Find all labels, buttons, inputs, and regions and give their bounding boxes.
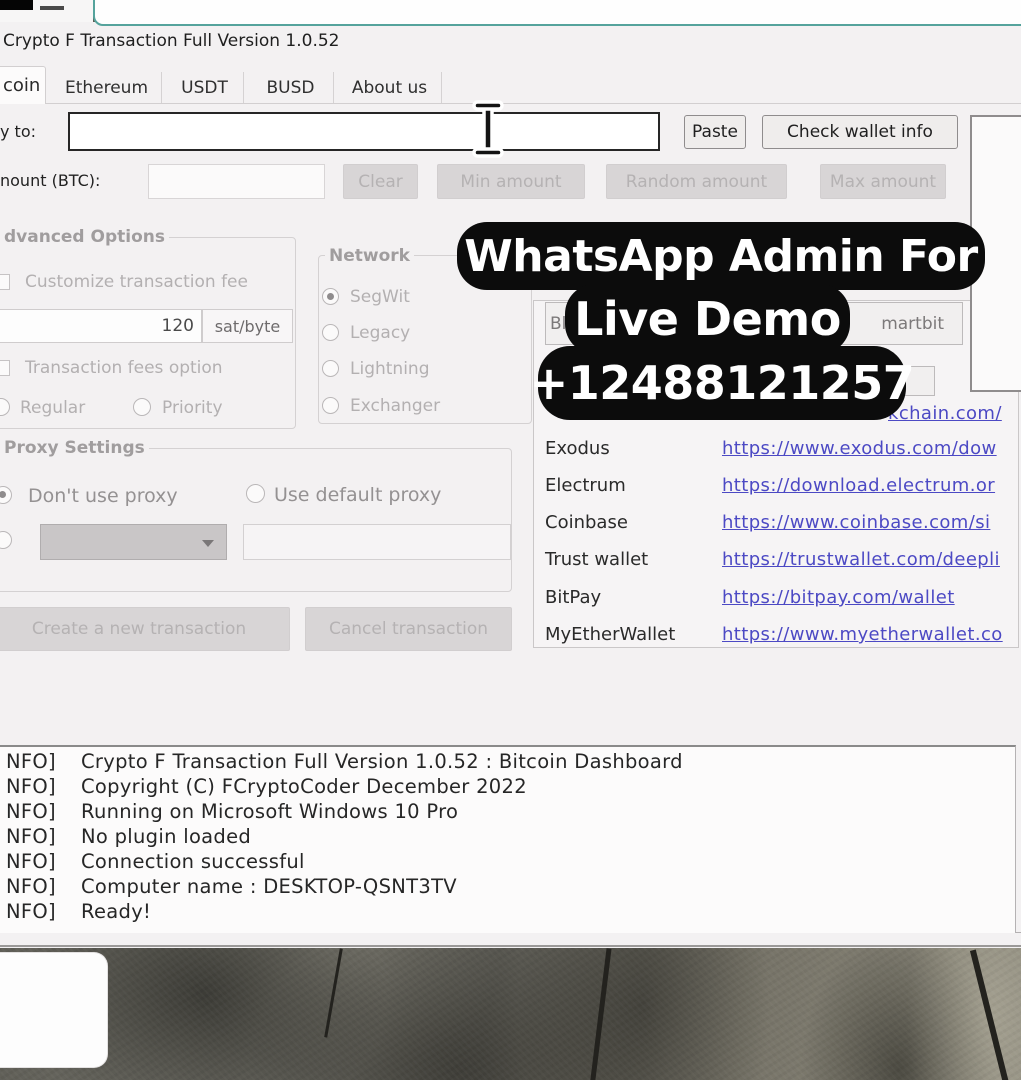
window-title: Crypto F Transaction Full Version 1.0.52 (3, 31, 339, 51)
screen: Crypto F Transaction Full Version 1.0.52… (0, 0, 1021, 1080)
overlay-line-3: +12488121257 (538, 346, 906, 420)
max-amount-button[interactable]: Max amount (820, 164, 946, 199)
overlay-line-2: Live Demo (565, 284, 850, 354)
fees-option-label: Transaction fees option (25, 358, 223, 378)
wallet-link[interactable]: https://trustwallet.com/deepli (722, 549, 1021, 570)
background-window[interactable] (0, 952, 108, 1068)
clear-button[interactable]: Clear (343, 164, 418, 199)
priority-radio[interactable] (133, 398, 151, 416)
proxy-address-input[interactable] (243, 524, 511, 560)
fees-option-checkbox[interactable] (0, 360, 10, 376)
overlay-line-1: WhatsApp Admin For (457, 222, 985, 290)
proxy-settings-group (0, 448, 512, 592)
wallet-name: Electrum (545, 475, 626, 496)
lightning-radio[interactable] (322, 360, 339, 377)
default-proxy-radio[interactable] (246, 484, 265, 503)
amount-input[interactable] (148, 164, 325, 199)
random-amount-button[interactable]: Random amount (606, 164, 787, 199)
amount-label: nount (BTC): (0, 171, 100, 190)
wallet-name: MyEtherWallet (545, 624, 675, 645)
log-line: NFO]Ready! (6, 900, 151, 925)
log-line: NFO]Connection successful (6, 850, 305, 875)
wallpaper-texture (0, 940, 1021, 1080)
customize-fee-label: Customize transaction fee (25, 272, 248, 292)
fee-unit-label: sat/byte (202, 309, 293, 343)
tabstrip-border (0, 103, 1021, 104)
log-line: NFO]Crypto F Transaction Full Version 1.… (6, 750, 683, 775)
fee-value-input[interactable]: 120 (0, 309, 202, 343)
log-line: NFO]Computer name : DESKTOP-QSNT3TV (6, 875, 457, 900)
legacy-label: Legacy (350, 323, 410, 343)
proxy-settings-title: Proxy Settings (0, 438, 149, 458)
proxy-type-dropdown[interactable] (40, 524, 227, 560)
priority-label: Priority (162, 398, 223, 418)
pay-to-input[interactable] (68, 112, 660, 151)
wallet-link[interactable]: https://bitpay.com/wallet (722, 587, 1021, 608)
create-transaction-button[interactable]: Create a new transaction (0, 607, 290, 651)
wallet-name: Coinbase (545, 512, 628, 533)
minimize-icon[interactable] (40, 6, 64, 10)
screen-corner-black (0, 0, 33, 10)
log-line: NFO]Running on Microsoft Windows 10 Pro (6, 800, 458, 825)
ibeam-cursor-icon (470, 100, 506, 158)
tab-bitcoin[interactable]: coin (0, 66, 46, 104)
tab-usdt[interactable]: USDT (166, 72, 244, 103)
paste-button[interactable]: Paste (684, 115, 746, 149)
legacy-radio[interactable] (322, 324, 339, 341)
min-amount-button[interactable]: Min amount (437, 164, 585, 199)
wallet-link[interactable]: https://download.electrum.or (722, 475, 1021, 496)
segwit-label: SegWit (350, 287, 410, 307)
cancel-transaction-button[interactable]: Cancel transaction (305, 607, 512, 651)
chevron-down-icon (202, 540, 214, 547)
wallet-name: Exodus (545, 438, 610, 459)
wallet-name: Trust wallet (545, 549, 648, 570)
default-proxy-label: Use default proxy (274, 484, 441, 506)
background-teal-window[interactable] (93, 0, 1021, 26)
advanced-options-title: dvanced Options (0, 227, 169, 247)
check-wallet-info-button[interactable]: Check wallet info (762, 115, 958, 149)
exchanger-label: Exchanger (350, 396, 440, 416)
exchanger-radio[interactable] (322, 397, 339, 414)
log-line: NFO]No plugin loaded (6, 825, 251, 850)
tab-about-us[interactable]: About us (338, 72, 442, 103)
wallet-name: BitPay (545, 587, 601, 608)
regular-label: Regular (20, 398, 85, 418)
tab-busd[interactable]: BUSD (248, 72, 334, 103)
window-bottom-edge (0, 945, 1021, 947)
lightning-label: Lightning (350, 359, 430, 379)
wallet-link[interactable]: https://www.exodus.com/dow (722, 438, 1021, 459)
customize-fee-checkbox[interactable] (0, 274, 10, 290)
segwit-radio[interactable] (322, 288, 339, 305)
wallet-link[interactable]: https://www.myetherwallet.co (722, 624, 1021, 645)
no-proxy-label: Don't use proxy (28, 485, 178, 507)
network-title: Network (325, 246, 414, 266)
wallet-link[interactable]: https://www.coinbase.com/si (722, 512, 1021, 533)
log-line: NFO]Copyright (C) FCryptoCoder December … (6, 775, 527, 800)
pay-to-label: y to: (0, 122, 36, 141)
tab-ethereum[interactable]: Ethereum (52, 72, 162, 103)
